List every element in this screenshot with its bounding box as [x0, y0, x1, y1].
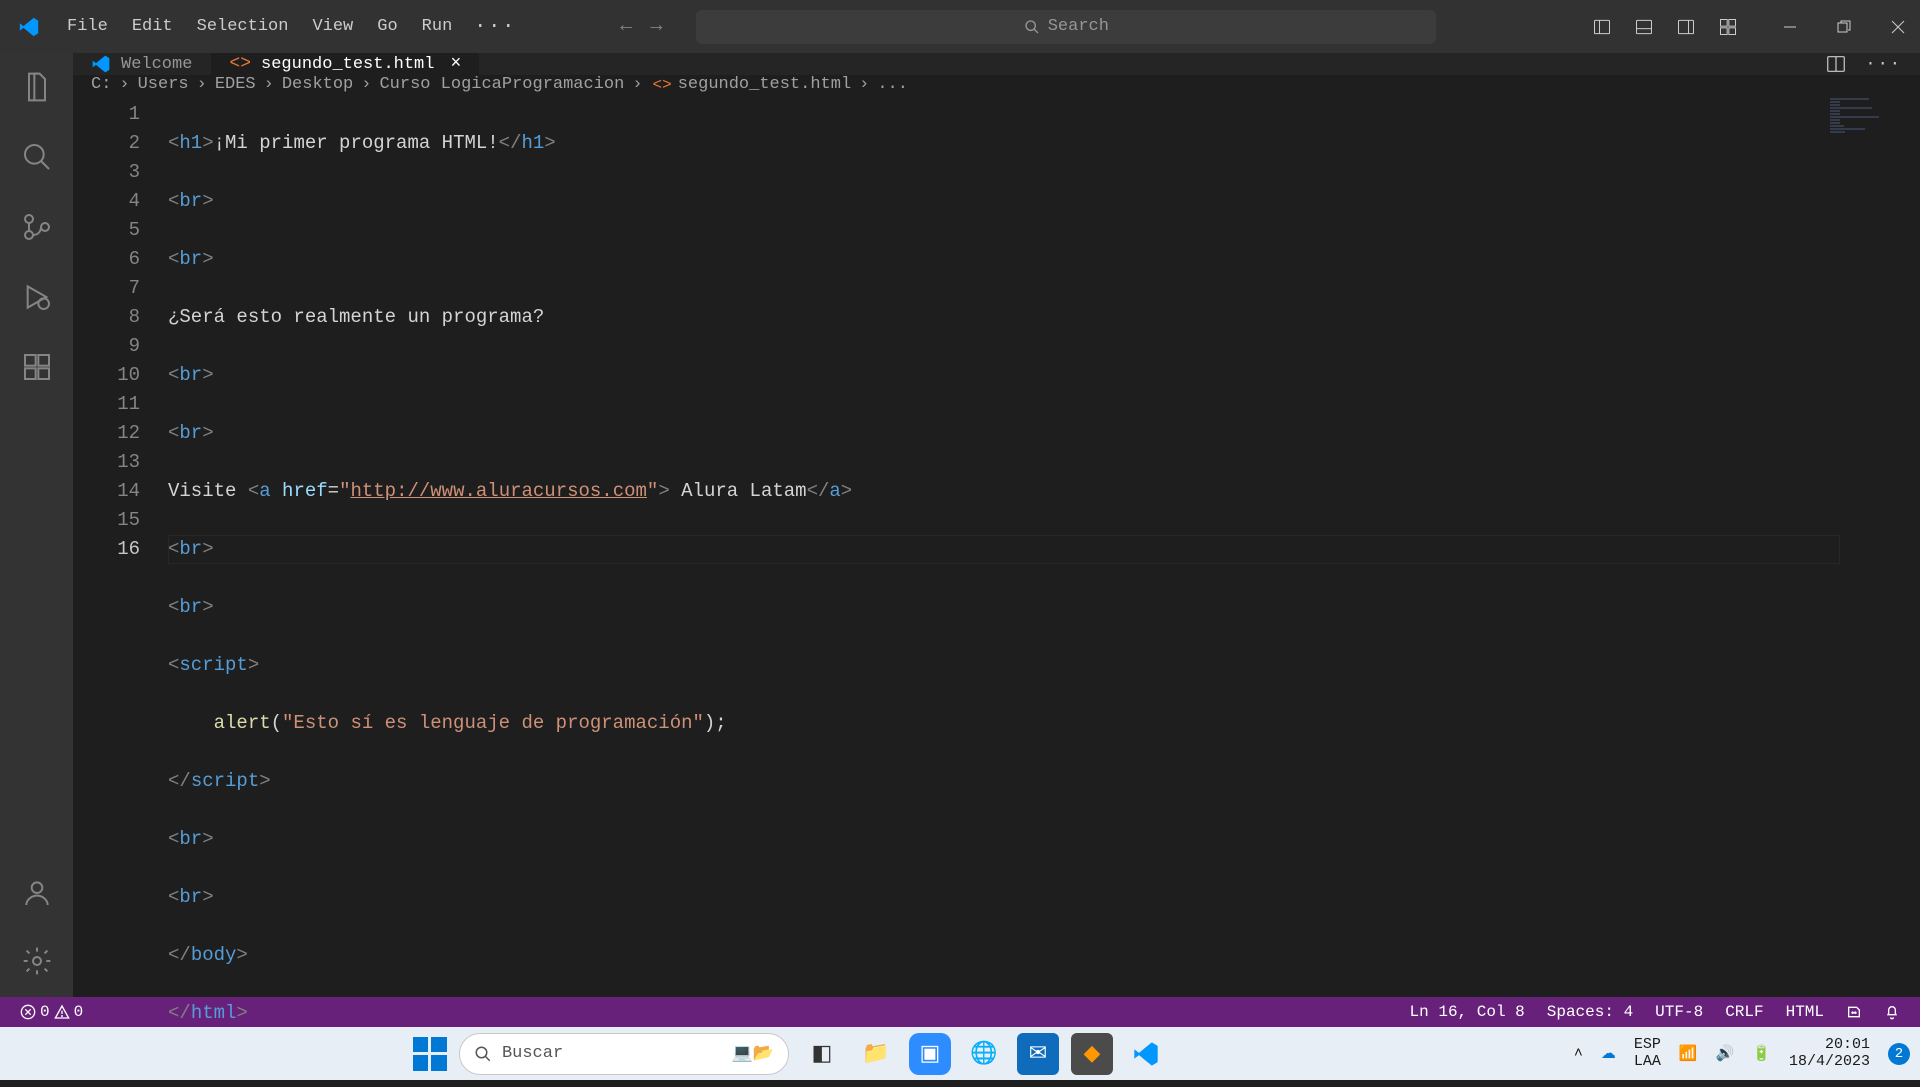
command-center-search[interactable]: Search — [696, 10, 1436, 44]
main-area: Welcome <> segundo_test.html × ··· C: › … — [0, 53, 1920, 997]
line-number: 6 — [73, 245, 140, 274]
search-icon[interactable] — [21, 141, 53, 173]
nav-forward-icon[interactable]: → — [646, 11, 666, 42]
tab-welcome-label: Welcome — [121, 55, 192, 74]
line-number: 7 — [73, 274, 140, 303]
breadcrumb-desktop[interactable]: Desktop — [282, 75, 353, 94]
line-number: 4 — [73, 187, 140, 216]
restore-window-icon[interactable] — [1832, 15, 1856, 39]
html-file-icon: <> — [229, 54, 251, 74]
close-window-icon[interactable] — [1886, 15, 1910, 39]
chevron-right-icon: › — [859, 75, 869, 94]
editor-body[interactable]: 1 2 3 4 5 6 7 8 9 10 11 12 13 14 15 16 <… — [73, 94, 1920, 1086]
menu-file[interactable]: File — [55, 11, 120, 42]
toggle-primary-sidebar-icon[interactable] — [1592, 17, 1612, 37]
line-number: 5 — [73, 216, 140, 245]
split-editor-icon[interactable] — [1825, 53, 1847, 75]
line-number: 12 — [73, 419, 140, 448]
toggle-panel-icon[interactable] — [1634, 17, 1654, 37]
settings-gear-icon[interactable] — [21, 945, 53, 977]
activity-bar — [0, 53, 73, 997]
status-error-count: 0 — [40, 1003, 50, 1021]
tab-active-file[interactable]: <> segundo_test.html × — [211, 53, 480, 75]
chevron-right-icon: › — [361, 75, 371, 94]
breadcrumb-c[interactable]: C: — [91, 75, 111, 94]
vscode-logo-icon — [18, 16, 40, 38]
line-number: 10 — [73, 361, 140, 390]
line-number: 16 — [73, 535, 140, 564]
toggle-secondary-sidebar-icon[interactable] — [1676, 17, 1696, 37]
line-number: 13 — [73, 448, 140, 477]
chevron-right-icon: › — [632, 75, 642, 94]
code-content[interactable]: <h1>¡Mi primer programa HTML!</h1> <br> … — [168, 94, 852, 1086]
breadcrumb-users[interactable]: Users — [138, 75, 189, 94]
menu-go[interactable]: Go — [365, 11, 409, 42]
line-number: 2 — [73, 129, 140, 158]
html-file-icon: <> — [653, 76, 672, 94]
editor-actions: ··· — [1825, 53, 1920, 75]
line-number: 9 — [73, 332, 140, 361]
tab-welcome[interactable]: Welcome — [73, 53, 211, 75]
chevron-right-icon: › — [264, 75, 274, 94]
line-number: 1 — [73, 100, 140, 129]
minimize-window-icon[interactable] — [1778, 15, 1802, 39]
chevron-right-icon: › — [197, 75, 207, 94]
breadcrumb-curso[interactable]: Curso LogicaProgramacion — [379, 75, 624, 94]
account-icon[interactable] — [21, 877, 53, 909]
extensions-icon[interactable] — [21, 351, 53, 383]
breadcrumb-bar[interactable]: C: › Users › EDES › Desktop › Curso Logi… — [73, 75, 1920, 94]
minimap[interactable] — [1830, 98, 1900, 128]
menu-view[interactable]: View — [300, 11, 365, 42]
line-number: 3 — [73, 158, 140, 187]
line-number: 15 — [73, 506, 140, 535]
search-icon — [1024, 19, 1040, 35]
nav-arrows: ← → — [616, 11, 666, 42]
customize-layout-icon[interactable] — [1718, 17, 1738, 37]
source-control-icon[interactable] — [21, 211, 53, 243]
editor-region: Welcome <> segundo_test.html × ··· C: › … — [73, 53, 1920, 997]
window-controls — [1778, 15, 1910, 39]
editor-tabs: Welcome <> segundo_test.html × ··· — [73, 53, 1920, 75]
menu-edit[interactable]: Edit — [120, 11, 185, 42]
error-icon — [20, 1004, 36, 1020]
layout-controls — [1592, 17, 1738, 37]
explorer-icon[interactable] — [21, 71, 53, 103]
line-number: 14 — [73, 477, 140, 506]
vscode-small-icon — [91, 54, 111, 74]
line-number: 8 — [73, 303, 140, 332]
close-tab-icon[interactable]: × — [450, 54, 461, 74]
line-number-gutter: 1 2 3 4 5 6 7 8 9 10 11 12 13 14 15 16 — [73, 94, 168, 1086]
warning-icon — [54, 1004, 70, 1020]
breadcrumb-file[interactable]: segundo_test.html — [678, 75, 851, 94]
title-bar: File Edit Selection View Go Run ··· ← → … — [0, 0, 1920, 53]
menu-selection[interactable]: Selection — [185, 11, 301, 42]
more-actions-icon[interactable]: ··· — [1865, 55, 1902, 74]
breadcrumb-edes[interactable]: EDES — [215, 75, 256, 94]
tab-active-label: segundo_test.html — [261, 55, 434, 74]
menu-overflow-icon[interactable]: ··· — [464, 9, 526, 44]
nav-back-icon[interactable]: ← — [616, 11, 636, 42]
search-placeholder: Search — [1048, 17, 1109, 36]
breadcrumb-last[interactable]: ... — [877, 75, 908, 94]
run-debug-icon[interactable] — [21, 281, 53, 313]
chevron-right-icon: › — [119, 75, 129, 94]
line-number: 11 — [73, 390, 140, 419]
menu-run[interactable]: Run — [410, 11, 465, 42]
